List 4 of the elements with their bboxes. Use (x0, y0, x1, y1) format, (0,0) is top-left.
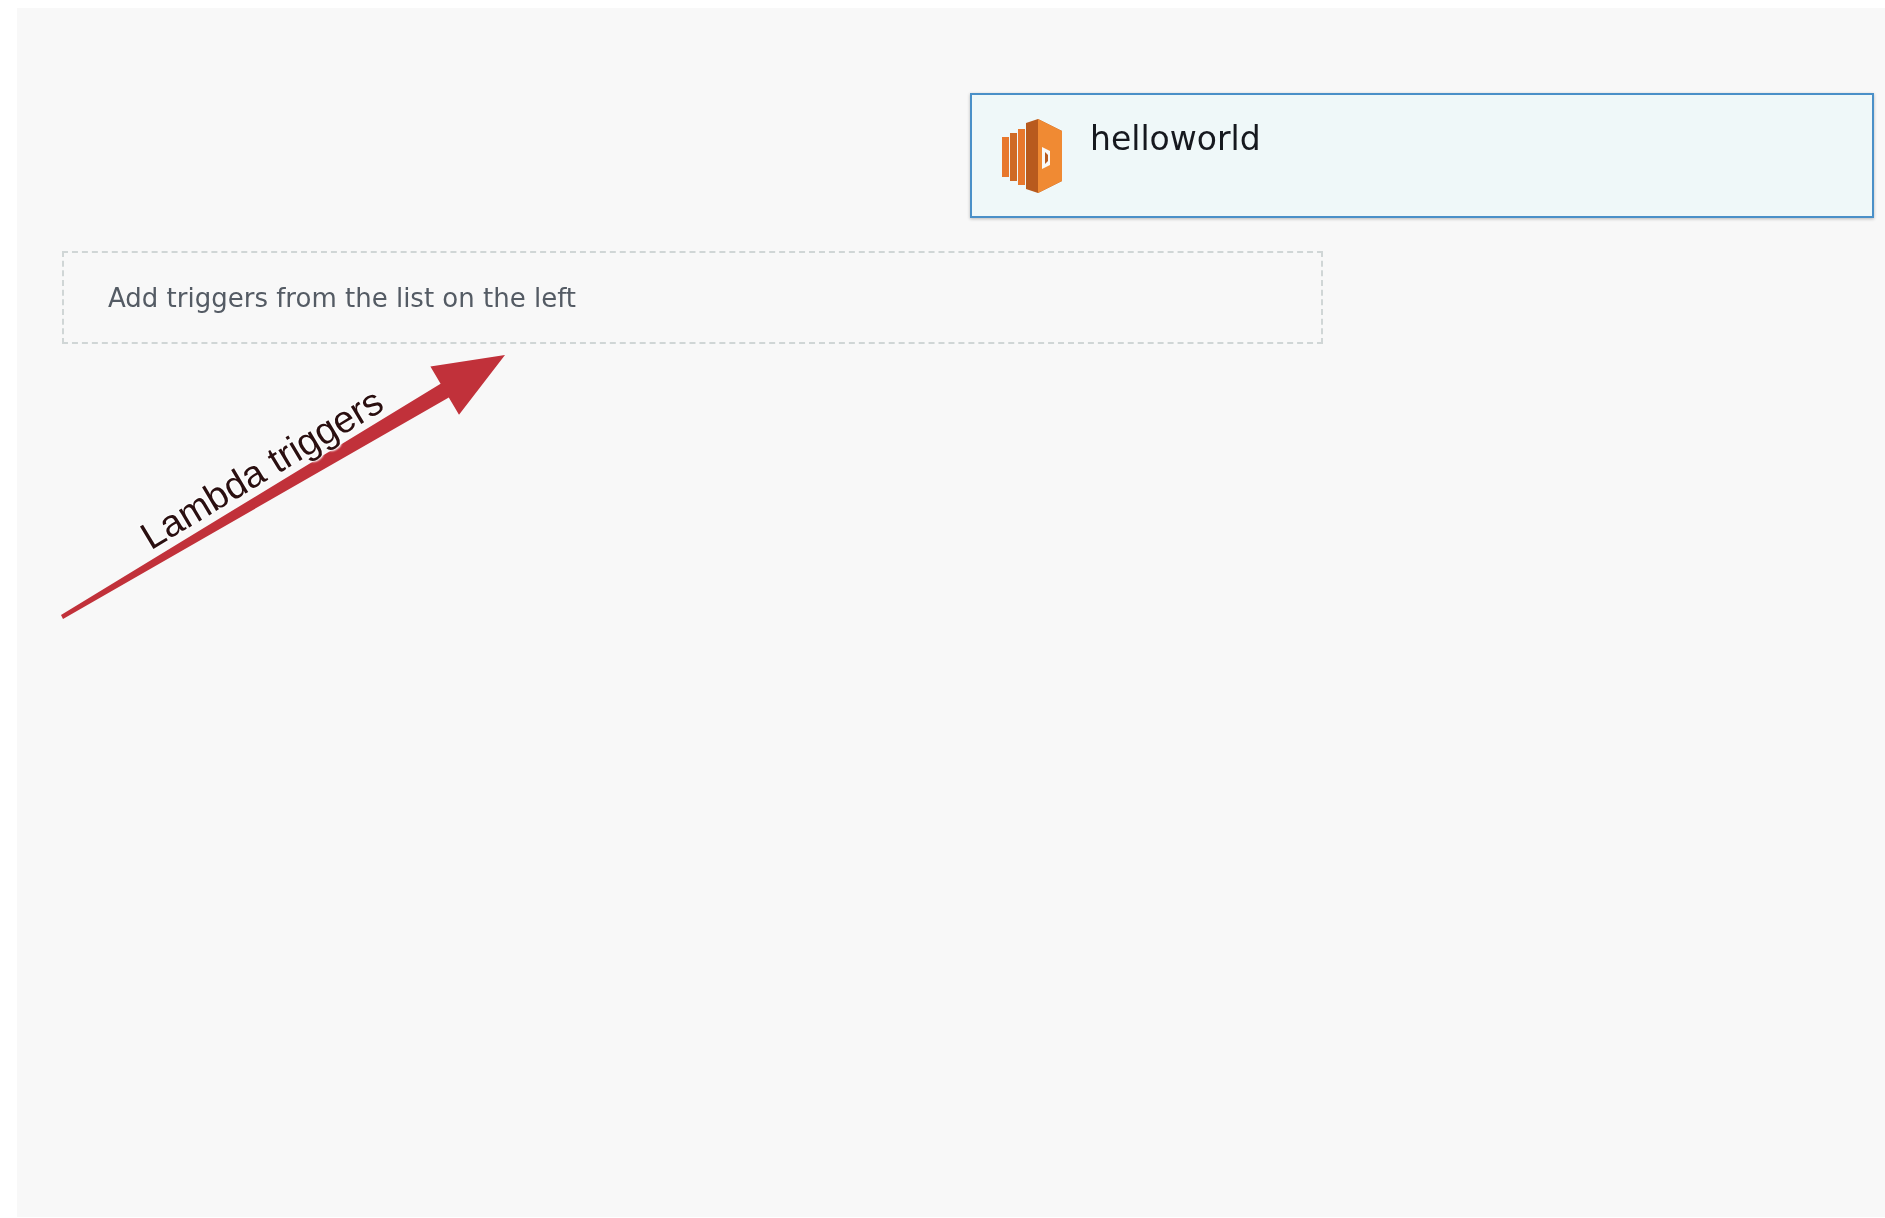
function-name: helloworld (1090, 122, 1261, 155)
function-node[interactable]: helloworld (970, 93, 1874, 218)
trigger-hint: Add triggers from the list on the left (108, 282, 577, 313)
lambda-icon (1002, 119, 1062, 193)
